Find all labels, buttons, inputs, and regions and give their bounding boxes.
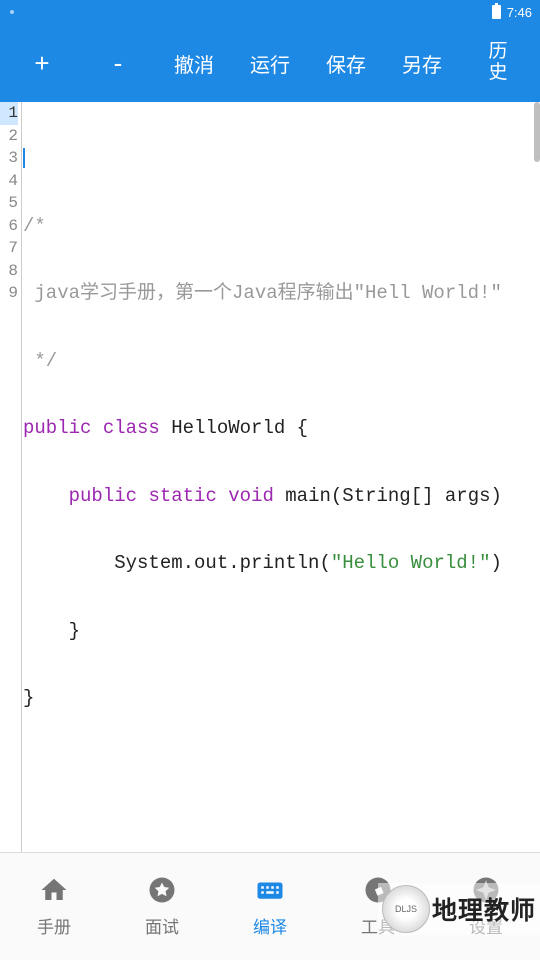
home-icon [39,875,69,905]
undo-button[interactable]: 撤消 [156,41,232,86]
watermark-logo-icon: DLJS [382,885,430,933]
toolbar: + - 撤消 运行 保存 另存 历史 [0,24,540,102]
history-button[interactable]: 历史 [460,34,536,92]
run-button[interactable]: 运行 [232,41,308,86]
watermark-text: 地理教师 [432,891,536,927]
line-gutter: 1 2 3 4 5 6 7 8 9 [0,102,22,852]
nav-compile[interactable]: 编译 [216,875,324,938]
zoom-in-button[interactable]: + [4,40,80,87]
save-button[interactable]: 保存 [308,41,384,86]
text-cursor [23,148,25,168]
nav-interview[interactable]: 面试 [108,875,216,938]
zoom-out-button[interactable]: - [80,40,156,87]
watermark: DLJS 地理教师 [378,883,540,935]
nav-label: 编译 [253,913,287,938]
status-time: 7:46 [507,5,532,20]
code-area[interactable]: /* java学习手册，第一个Java程序输出"Hell World!" */ … [22,102,540,852]
status-dot [10,10,14,14]
scrollbar[interactable] [534,102,540,162]
nav-label: 手册 [37,913,71,938]
code-editor[interactable]: 1 2 3 4 5 6 7 8 9 /* java学习手册，第一个Java程序输… [0,102,540,852]
star-icon [147,875,177,905]
status-bar: 7:46 [0,0,540,24]
nav-manual[interactable]: 手册 [0,875,108,938]
battery-icon [492,5,501,19]
save-as-button[interactable]: 另存 [384,41,460,86]
keyboard-icon [255,875,285,905]
nav-label: 面试 [145,913,179,938]
